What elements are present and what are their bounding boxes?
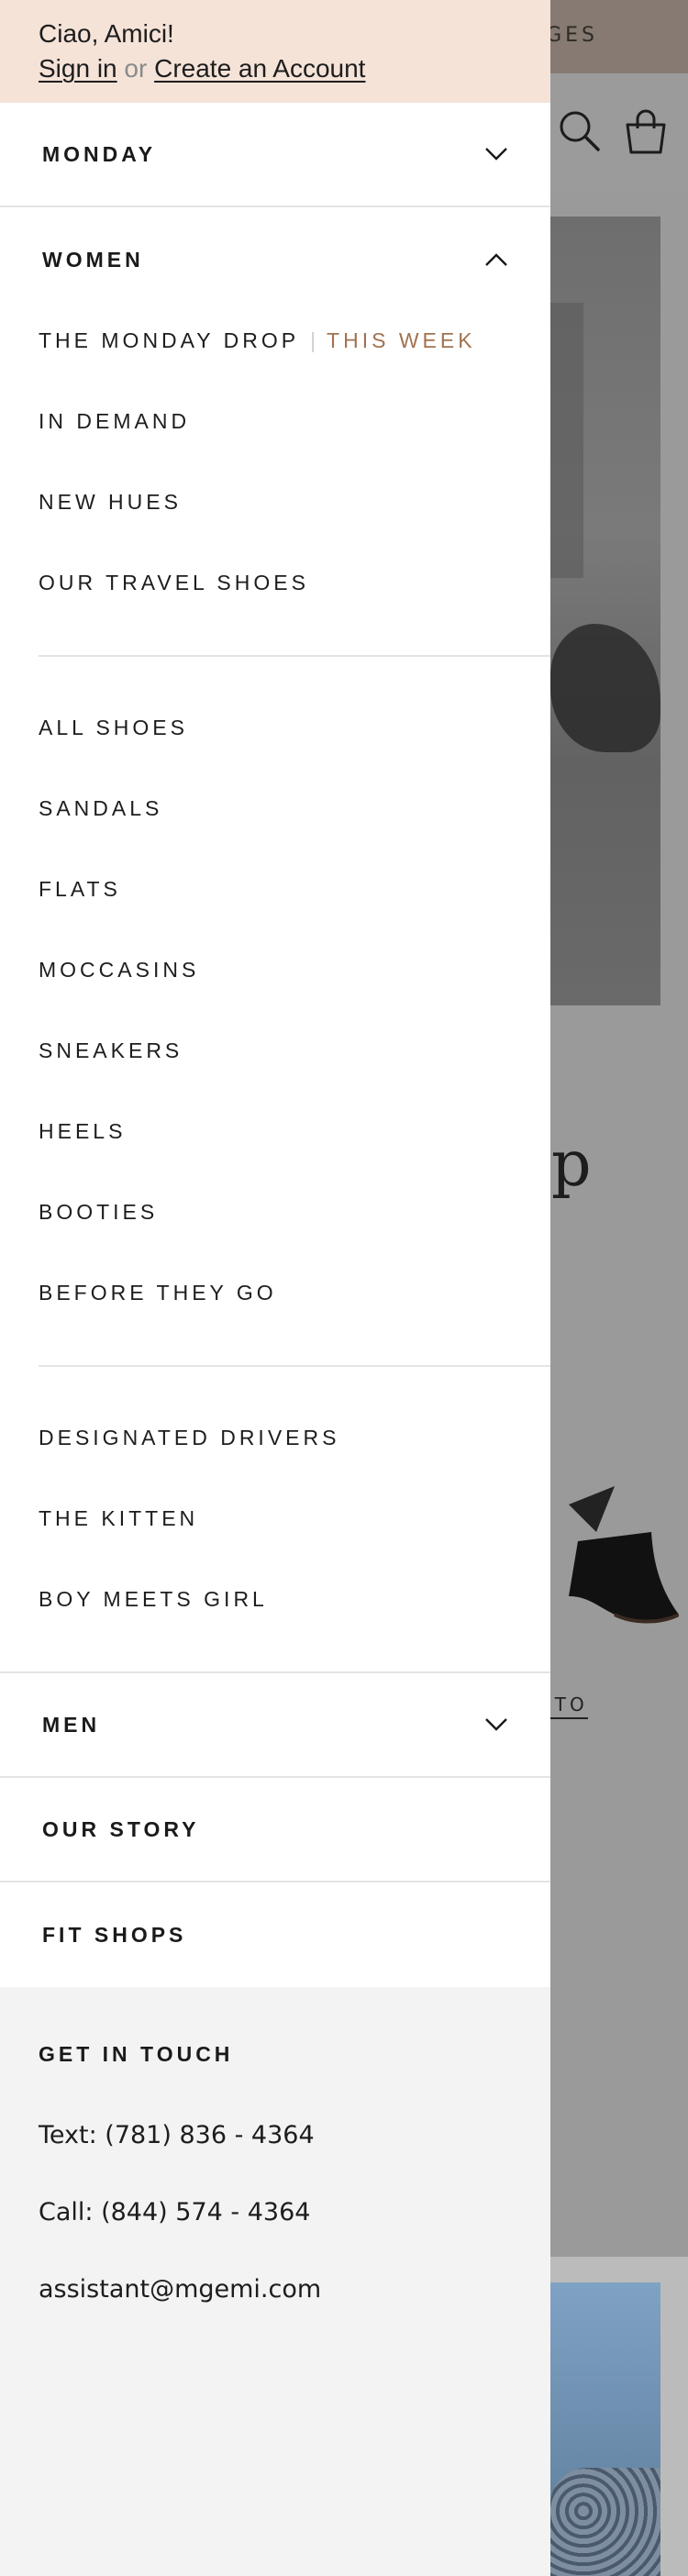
section-monday[interactable]: MONDAY	[0, 103, 550, 207]
greeting-text: Ciao, Amici!	[39, 19, 174, 48]
account-links: Sign in or Create an Account	[39, 51, 512, 86]
nav-item-the-kitten[interactable]: THE KITTEN	[39, 1506, 198, 1531]
monday-drop-label: THE MONDAY DROP	[39, 328, 300, 352]
section-women[interactable]: WOMEN	[0, 207, 550, 312]
nav-item-travel-shoes[interactable]: OUR TRAVEL SHOES	[39, 571, 309, 595]
nav-item-booties[interactable]: BOOTIES	[39, 1200, 158, 1225]
section-our-story[interactable]: OUR STORY	[0, 1778, 550, 1882]
contact-call-link[interactable]: Call: (844) 574 - 4364	[39, 2198, 310, 2226]
this-week-label: THIS WEEK	[327, 328, 476, 352]
contact-text-link[interactable]: Text: (781) 836 - 4364	[39, 2121, 315, 2149]
menu-divider	[39, 1365, 550, 1367]
chevron-down-icon	[485, 1718, 507, 1731]
section-fit-shops[interactable]: FIT SHOPS	[0, 1882, 550, 1987]
nav-item-designated-drivers[interactable]: DESIGNATED DRIVERS	[39, 1426, 339, 1450]
nav-item-flats[interactable]: FLATS	[39, 877, 121, 902]
product-shoe-image	[569, 1486, 679, 1624]
nav-item-all-shoes[interactable]: ALL SHOES	[39, 716, 188, 740]
hero-image-detail	[550, 303, 583, 578]
nav-item-monday-drop[interactable]: THE MONDAY DROP | THIS WEEK	[39, 328, 476, 353]
nav-item-sandals[interactable]: SANDALS	[39, 796, 162, 821]
menu-divider	[39, 655, 550, 657]
nav-item-in-demand[interactable]: IN DEMAND	[39, 409, 190, 434]
section-men-label: MEN	[42, 1712, 101, 1737]
contact-panel: GET IN TOUCH Text: (781) 836 - 4364 Call…	[0, 1987, 550, 2576]
nav-item-boy-meets-girl[interactable]: BOY MEETS GIRL	[39, 1587, 268, 1612]
section-women-label: WOMEN	[42, 247, 144, 272]
create-account-link[interactable]: Create an Account	[154, 54, 365, 83]
section-fit-shops-label: FIT SHOPS	[42, 1922, 187, 1947]
chevron-up-icon	[485, 253, 507, 266]
section-monday-label: MONDAY	[42, 141, 157, 166]
nav-item-before-they-go[interactable]: BEFORE THEY GO	[39, 1281, 277, 1305]
section-men[interactable]: MEN	[0, 1673, 550, 1778]
or-text: or	[124, 54, 148, 83]
nav-item-sneakers[interactable]: SNEAKERS	[39, 1038, 183, 1063]
promo-banner-text: GES	[546, 24, 598, 47]
contact-title: GET IN TOUCH	[39, 2042, 234, 2066]
sign-in-link[interactable]: Sign in	[39, 54, 117, 83]
nav-item-heels[interactable]: HEELS	[39, 1119, 126, 1144]
nav-item-new-hues[interactable]: NEW HUES	[39, 490, 182, 515]
product-image-2-detail	[550, 2468, 660, 2576]
nav-item-moccasins[interactable]: MOCCASINS	[39, 958, 199, 983]
greeting-panel: Ciao, Amici! Sign in or Create an Accoun…	[0, 0, 550, 103]
chevron-down-icon	[485, 148, 507, 161]
shopping-bag-icon[interactable]	[624, 108, 668, 154]
search-icon[interactable]	[557, 108, 601, 152]
contact-email-link[interactable]: assistant@mgemi.com	[39, 2275, 321, 2304]
separator: |	[310, 328, 316, 352]
section-our-story-label: OUR STORY	[42, 1816, 200, 1841]
nav-drawer: Ciao, Amici! Sign in or Create an Accoun…	[0, 0, 550, 2576]
